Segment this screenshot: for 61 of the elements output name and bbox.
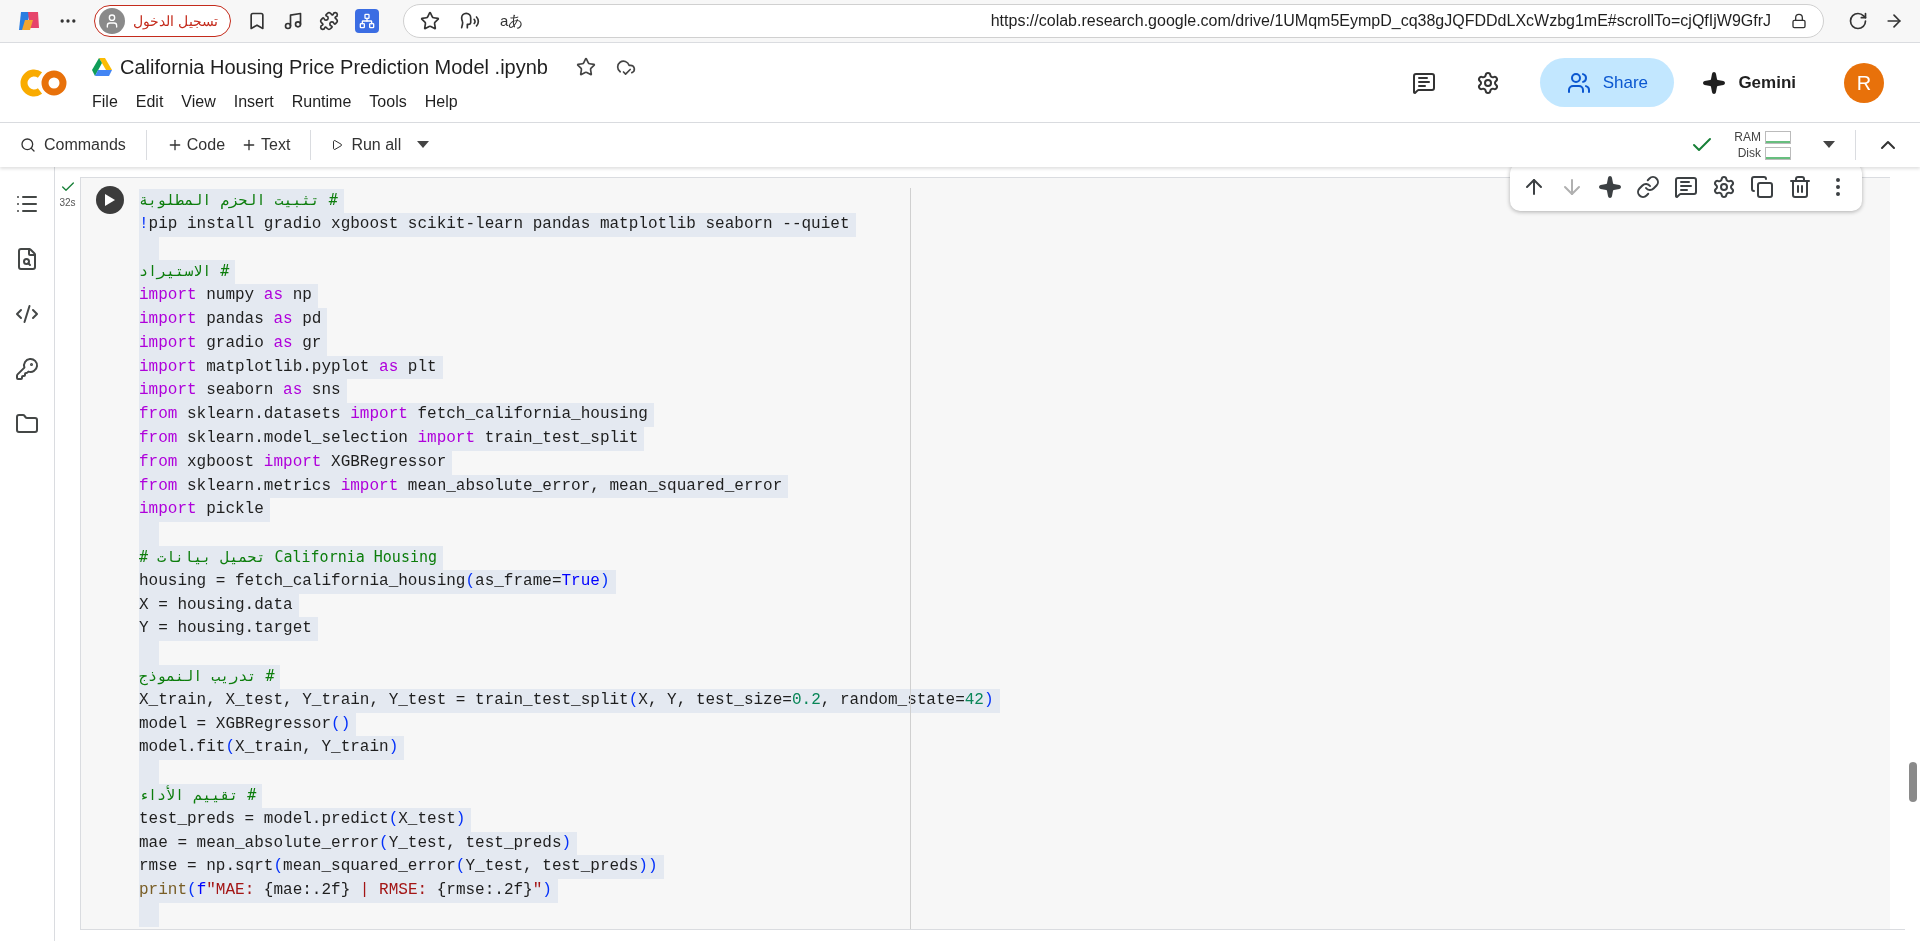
- usage-graph-icon: [1765, 130, 1791, 144]
- menu-item[interactable]: Edit: [135, 89, 164, 114]
- code-cell[interactable]: [80, 177, 1890, 929]
- link-icon[interactable]: [1636, 175, 1660, 199]
- drive-icon: [92, 57, 112, 76]
- music-icon[interactable]: [282, 11, 303, 31]
- play-icon: [331, 139, 344, 151]
- colab-logo: [20, 67, 68, 98]
- folder-icon[interactable]: [15, 412, 39, 436]
- code-comment: تدريب النموذج #: [139, 664, 281, 690]
- lock-icon[interactable]: [1791, 13, 1807, 29]
- settings-icon[interactable]: [1712, 175, 1736, 199]
- sparkle-icon[interactable]: [1598, 175, 1622, 199]
- app-icon[interactable]: [358, 13, 375, 29]
- scrollbar-thumb[interactable]: [1909, 762, 1917, 802]
- people-icon: [1566, 70, 1591, 95]
- share-button[interactable]: Share: [1540, 58, 1675, 107]
- play-icon: [105, 194, 115, 206]
- star-icon[interactable]: [576, 56, 596, 77]
- menu-item[interactable]: File: [92, 89, 118, 114]
- commands-button[interactable]: Commands: [20, 133, 126, 157]
- search-icon: [20, 137, 36, 153]
- run-all-button[interactable]: Run all: [331, 133, 402, 157]
- code-icon[interactable]: [15, 302, 39, 326]
- address-bar[interactable]: aあ https://colab.research.google.com/drive/1UMqm5EympD_cq38gJQFDDdLXcWzbg1mE#scrollTo=cjQfIjW9GfrJ: [402, 4, 1824, 38]
- code-comment: تثبيت الحزم المطلوبة #: [139, 189, 344, 214]
- menu-item[interactable]: Help: [424, 89, 458, 114]
- code-comment: # تحميل بيانات California Housing: [139, 545, 444, 571]
- code-comment: تقييم الأداء #: [139, 783, 263, 809]
- settings-icon[interactable]: [1476, 70, 1501, 95]
- menu-item[interactable]: Insert: [233, 89, 274, 114]
- gemini-button[interactable]: Gemini: [1702, 69, 1796, 96]
- sparkle-icon: [1702, 70, 1727, 95]
- url-text[interactable]: https://colab.research.google.com/drive/1UMqm5EympD_cq38gJQFDDdLXcWzbg1mE#scrollTo=cjQfIjW9GfrJ: [990, 9, 1771, 33]
- comment-icon[interactable]: [1412, 70, 1437, 95]
- meter-label: RAM: [1734, 129, 1761, 145]
- notebook-title[interactable]: California Housing Price Prediction Model .ipynb: [120, 51, 548, 82]
- extensions-icon[interactable]: [318, 11, 339, 31]
- refresh-icon[interactable]: [1848, 11, 1868, 31]
- code-comment: الاستيراد #: [139, 260, 236, 286]
- read-aloud-icon[interactable]: [459, 11, 480, 31]
- comment-icon[interactable]: [1674, 175, 1698, 199]
- key-icon[interactable]: [15, 357, 39, 381]
- add-code-button[interactable]: Code: [166, 133, 226, 157]
- delete-icon[interactable]: [1788, 175, 1812, 199]
- find-icon[interactable]: [15, 247, 39, 271]
- translate-icon[interactable]: aあ: [499, 9, 524, 33]
- add-text-button[interactable]: Text: [241, 133, 291, 157]
- meter-label: Disk: [1737, 145, 1761, 161]
- dropdown-icon[interactable]: [417, 141, 430, 149]
- sign-in-button[interactable]: تسجيل الدخول: [94, 5, 231, 37]
- profile-avatar: [99, 8, 125, 34]
- dropdown-icon[interactable]: [1823, 141, 1835, 149]
- run-cell-button[interactable]: [96, 186, 124, 214]
- usage-graph-icon: [1765, 146, 1791, 160]
- menu-item[interactable]: View: [181, 89, 216, 114]
- favorite-icon[interactable]: [419, 11, 440, 31]
- execution-time: 32s: [59, 196, 76, 210]
- mirror-cell-icon[interactable]: [1750, 175, 1774, 199]
- menu-item[interactable]: Tools: [369, 89, 407, 114]
- menu-item[interactable]: Runtime: [291, 89, 352, 114]
